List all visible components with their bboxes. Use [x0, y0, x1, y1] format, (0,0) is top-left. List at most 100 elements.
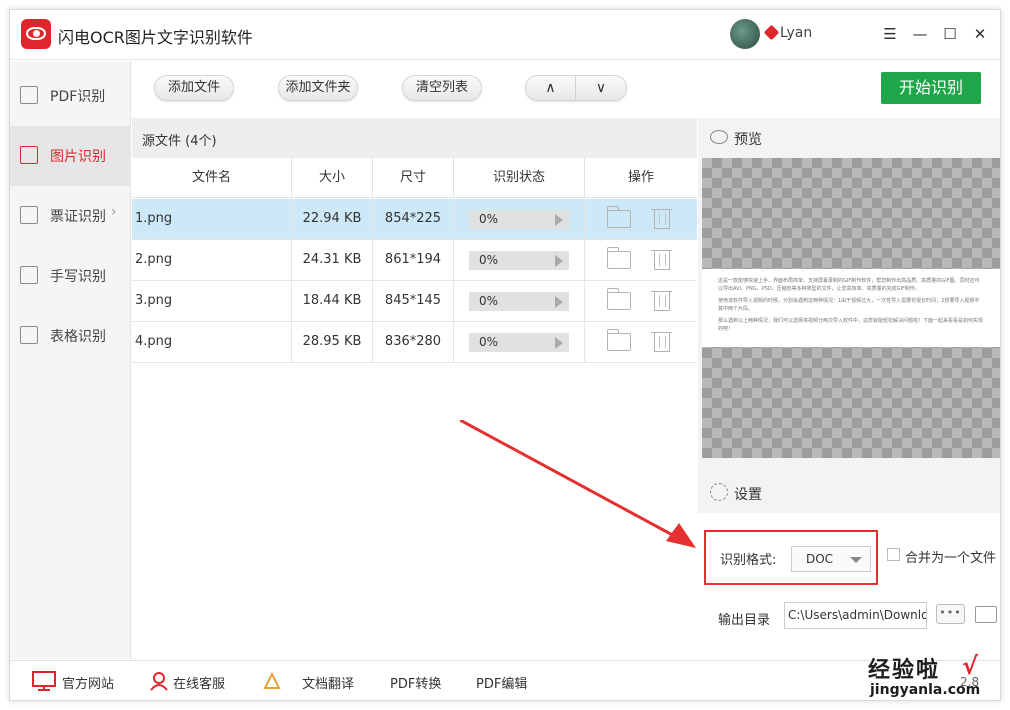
table-row[interactable]: 4.png 28.95 KB 836*280 0%	[132, 322, 697, 363]
delete-icon[interactable]	[651, 291, 672, 311]
table-header: 文件名 大小 尺寸 识别状态 操作	[132, 158, 697, 198]
preview-document: 这是一款能够快速上手、界面布局简单、支持屏幕录制的GIF制作软件，帮您制作出高品…	[702, 269, 1000, 347]
table-icon	[20, 326, 38, 344]
right-panel: 预览 这是一款能够快速上手、界面布局简单、支持屏幕录制的GIF制作软件，帮您制作…	[698, 118, 1000, 659]
preview-text-line: 那么遇到以上两种情况，我们可以选择将视频分两次导入软件中，这样就能轻松解决问题啦…	[718, 318, 984, 332]
delete-icon[interactable]	[651, 250, 672, 270]
actions-cell	[585, 199, 697, 239]
sidebar: PDF识别 图片识别 票证识别 › 手写识别 表格识别	[10, 61, 131, 659]
add-folder-button[interactable]: 添加文件夹	[278, 75, 358, 101]
online-service-label: 在线客服	[173, 677, 226, 692]
settings-header: 设置	[698, 473, 1000, 513]
ticket-icon	[20, 206, 38, 224]
column-header-name: 文件名	[132, 158, 292, 198]
status-cell: 0%	[454, 199, 585, 239]
open-folder-icon[interactable]	[606, 206, 631, 228]
file-dimensions: 854*225	[373, 199, 454, 239]
file-list: 源文件 (4个) 文件名 大小 尺寸 识别状态 操作 1.png 22.94 K…	[132, 118, 697, 659]
table-row[interactable]: 1.png 22.94 KB 854*225 0%	[132, 199, 697, 240]
output-dir-field[interactable]: C:\Users\admin\Downlo	[784, 602, 927, 629]
status-cell: 0%	[454, 322, 585, 362]
open-folder-icon[interactable]	[606, 329, 631, 351]
file-count-label: 源文件 (4个)	[142, 134, 217, 149]
clear-list-button[interactable]: 清空列表	[402, 75, 482, 101]
sidebar-item-label: 表格识别	[50, 329, 106, 345]
progress-percent: 0%	[479, 294, 499, 308]
user-service-icon	[150, 672, 168, 691]
sidebar-item-handwriting[interactable]: 手写识别	[10, 246, 131, 306]
sidebar-item-ticket[interactable]: 票证识别 ›	[10, 186, 131, 246]
actions-cell	[585, 281, 697, 321]
play-icon[interactable]	[555, 214, 563, 226]
file-size: 18.44 KB	[292, 281, 373, 321]
open-output-folder-icon[interactable]	[975, 606, 997, 623]
pdf-edit-label: PDF编辑	[476, 677, 528, 692]
sidebar-item-pdf[interactable]: PDF识别	[10, 66, 131, 126]
image-icon	[20, 146, 38, 164]
actions-cell	[585, 240, 697, 280]
status-cell: 0%	[454, 281, 585, 321]
sidebar-item-label: PDF识别	[50, 89, 106, 105]
handwriting-icon	[20, 266, 38, 284]
progress-percent: 0%	[479, 212, 499, 226]
eye-icon	[710, 130, 728, 144]
play-icon[interactable]	[555, 296, 563, 308]
progress-bar: 0%	[469, 333, 569, 352]
file-list-header: 源文件 (4个)	[132, 118, 697, 158]
file-name: 4.png	[132, 322, 292, 362]
footer: 官方网站 在线客服 文档翻译 PDF转换 PDF编辑 2.8	[10, 660, 1000, 700]
preview-text-line: 使用该软件导入视频的时候，分割会遇到这两种情况：1由于视频过大，一次性导入需要花…	[718, 298, 980, 312]
settings-panel: 识别格式: DOC 合并为一个文件 输出目录 C:\Users\admin\Do…	[698, 513, 1000, 659]
start-recognition-button[interactable]: 开始识别	[881, 72, 981, 104]
user-avatar[interactable]	[730, 19, 760, 49]
column-header-status: 识别状态	[454, 158, 585, 198]
delete-icon[interactable]	[651, 332, 672, 352]
play-icon[interactable]	[555, 255, 563, 267]
progress-bar: 0%	[469, 210, 569, 229]
file-name: 3.png	[132, 281, 292, 321]
watermark: 经验啦 √ jingyanla.com	[864, 652, 1004, 704]
browse-more-button[interactable]: •••	[936, 604, 965, 624]
delete-icon[interactable]	[651, 209, 672, 229]
app-title: 闪电OCR图片文字识别软件	[58, 28, 253, 47]
close-icon[interactable]: ✕	[968, 22, 992, 46]
vip-diamond-icon	[763, 24, 780, 41]
settings-title: 设置	[734, 487, 762, 503]
merge-checkbox[interactable]	[887, 548, 900, 561]
minimize-icon[interactable]: —	[908, 22, 932, 46]
maximize-icon[interactable]: ☐	[938, 22, 962, 46]
open-folder-icon[interactable]	[606, 247, 631, 269]
sidebar-item-label: 手写识别	[50, 269, 106, 285]
preview-image: 这是一款能够快速上手、界面布局简单、支持屏幕录制的GIF制作软件，帮您制作出高品…	[702, 158, 1000, 458]
file-name: 2.png	[132, 240, 292, 280]
add-file-button[interactable]: 添加文件	[154, 75, 234, 101]
move-buttons: ∧ ∨	[525, 75, 627, 101]
file-name: 1.png	[132, 199, 292, 239]
sidebar-item-table[interactable]: 表格识别	[10, 306, 131, 366]
app-logo-icon	[21, 19, 51, 49]
watermark-text: 经验啦	[868, 658, 941, 683]
menu-icon[interactable]: ☰	[878, 22, 902, 46]
column-header-actions: 操作	[627, 170, 654, 185]
watermark-check: √	[962, 652, 979, 680]
column-header-size: 大小	[292, 158, 373, 198]
move-down-button[interactable]: ∨	[576, 76, 626, 100]
sidebar-item-label: 票证识别	[50, 209, 106, 225]
gear-icon	[710, 483, 728, 501]
file-size: 28.95 KB	[292, 322, 373, 362]
play-icon[interactable]	[555, 337, 563, 349]
sidebar-item-image[interactable]: 图片识别	[10, 126, 131, 186]
caret-down-icon	[850, 557, 862, 563]
file-dimensions: 845*145	[373, 281, 454, 321]
table-row[interactable]: 2.png 24.31 KB 861*194 0%	[132, 240, 697, 281]
move-up-button[interactable]: ∧	[526, 76, 576, 100]
format-select[interactable]: DOC	[791, 546, 871, 572]
open-folder-icon[interactable]	[606, 288, 631, 310]
username[interactable]: Lyan	[780, 25, 812, 41]
translate-label: 文档翻译	[302, 677, 355, 692]
translate-icon	[263, 671, 281, 689]
format-value: DOC	[806, 552, 834, 566]
table-row[interactable]: 3.png 18.44 KB 845*145 0%	[132, 281, 697, 322]
annotation-arrow	[460, 420, 696, 548]
progress-percent: 0%	[479, 253, 499, 267]
